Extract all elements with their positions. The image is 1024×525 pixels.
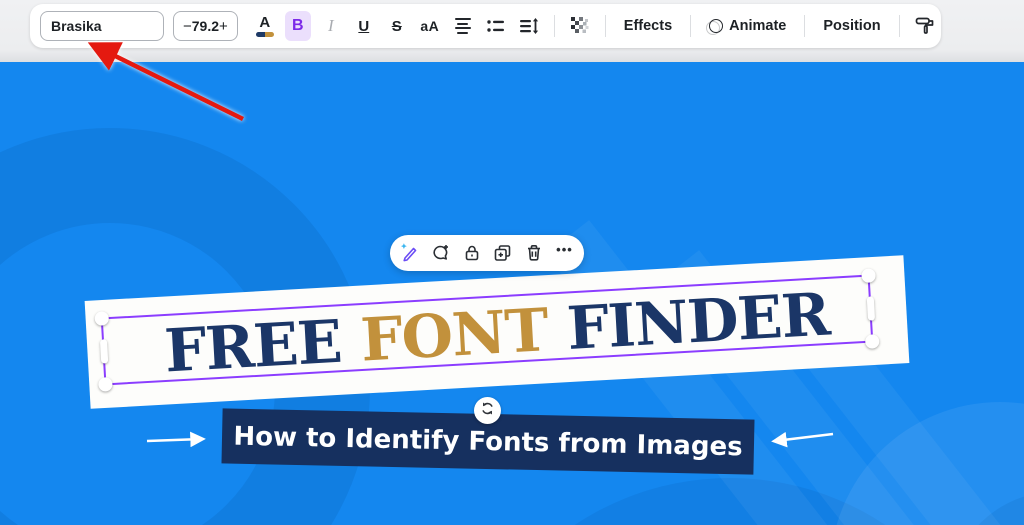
resize-handle-right[interactable] bbox=[866, 296, 875, 321]
font-size-increase-button[interactable]: + bbox=[219, 18, 228, 35]
underline-button[interactable]: U bbox=[351, 11, 377, 41]
toolbar-divider bbox=[553, 15, 555, 37]
toolbar-divider bbox=[804, 15, 806, 37]
element-context-toolbar: ••• bbox=[390, 235, 584, 271]
text-color-letter: A bbox=[259, 14, 271, 31]
italic-label: I bbox=[327, 16, 334, 35]
transparency-checkerboard-icon bbox=[570, 16, 590, 36]
text-color-swatch bbox=[255, 32, 274, 37]
delete-button[interactable] bbox=[523, 242, 545, 264]
transparency-button[interactable] bbox=[567, 11, 593, 41]
font-size-stepper[interactable]: − 79.2 + bbox=[173, 11, 238, 41]
editor-window: − 79.2 + A B I U S aA bbox=[0, 0, 1024, 525]
resize-handle-left[interactable] bbox=[99, 339, 108, 364]
underline-label: U bbox=[358, 17, 370, 35]
animate-label: Animate bbox=[729, 18, 787, 34]
copy-style-button[interactable] bbox=[912, 11, 938, 41]
bold-label: B bbox=[292, 17, 304, 34]
lock-button[interactable] bbox=[461, 242, 483, 264]
comment-button[interactable] bbox=[430, 242, 452, 264]
strikethrough-button[interactable]: S bbox=[384, 11, 410, 41]
rotate-icon bbox=[480, 401, 495, 421]
resize-handle-top-left[interactable] bbox=[94, 311, 110, 326]
font-name-input[interactable] bbox=[40, 11, 164, 41]
animate-button[interactable]: Animate bbox=[703, 18, 792, 35]
paint-roller-icon bbox=[914, 15, 936, 37]
strikethrough-label: S bbox=[391, 17, 402, 35]
toolbar-divider bbox=[898, 15, 900, 37]
italic-button[interactable]: I bbox=[318, 11, 344, 41]
bulleted-list-icon bbox=[486, 17, 505, 35]
canvas[interactable]: FREE FONT FINDER ••• How to Identify Fon… bbox=[0, 62, 1024, 525]
font-size-value[interactable]: 79.2 bbox=[192, 18, 219, 34]
position-button[interactable]: Position bbox=[817, 18, 886, 34]
align-center-icon bbox=[454, 17, 471, 35]
letter-case-button[interactable]: aA bbox=[417, 11, 443, 41]
letter-case-label: aA bbox=[420, 18, 440, 34]
more-options-button[interactable]: ••• bbox=[554, 242, 576, 264]
spacing-button[interactable] bbox=[516, 11, 542, 41]
text-toolbar: − 79.2 + A B I U S aA bbox=[30, 4, 941, 48]
magic-edit-button[interactable] bbox=[399, 242, 421, 264]
subtitle-text: How to Identify Fonts from Images bbox=[233, 421, 743, 462]
text-color-button[interactable]: A bbox=[252, 11, 278, 41]
bold-button[interactable]: B bbox=[284, 11, 311, 41]
alignment-button[interactable] bbox=[450, 11, 476, 41]
rotate-handle[interactable] bbox=[474, 397, 501, 424]
duplicate-button[interactable] bbox=[492, 242, 514, 264]
font-size-decrease-button[interactable]: − bbox=[183, 18, 192, 35]
list-button[interactable] bbox=[483, 11, 509, 41]
animate-icon bbox=[706, 19, 724, 35]
toolbar-divider bbox=[604, 15, 606, 37]
toolbar-divider bbox=[690, 15, 692, 37]
effects-button[interactable]: Effects bbox=[618, 18, 678, 34]
line-spacing-icon bbox=[519, 17, 539, 35]
